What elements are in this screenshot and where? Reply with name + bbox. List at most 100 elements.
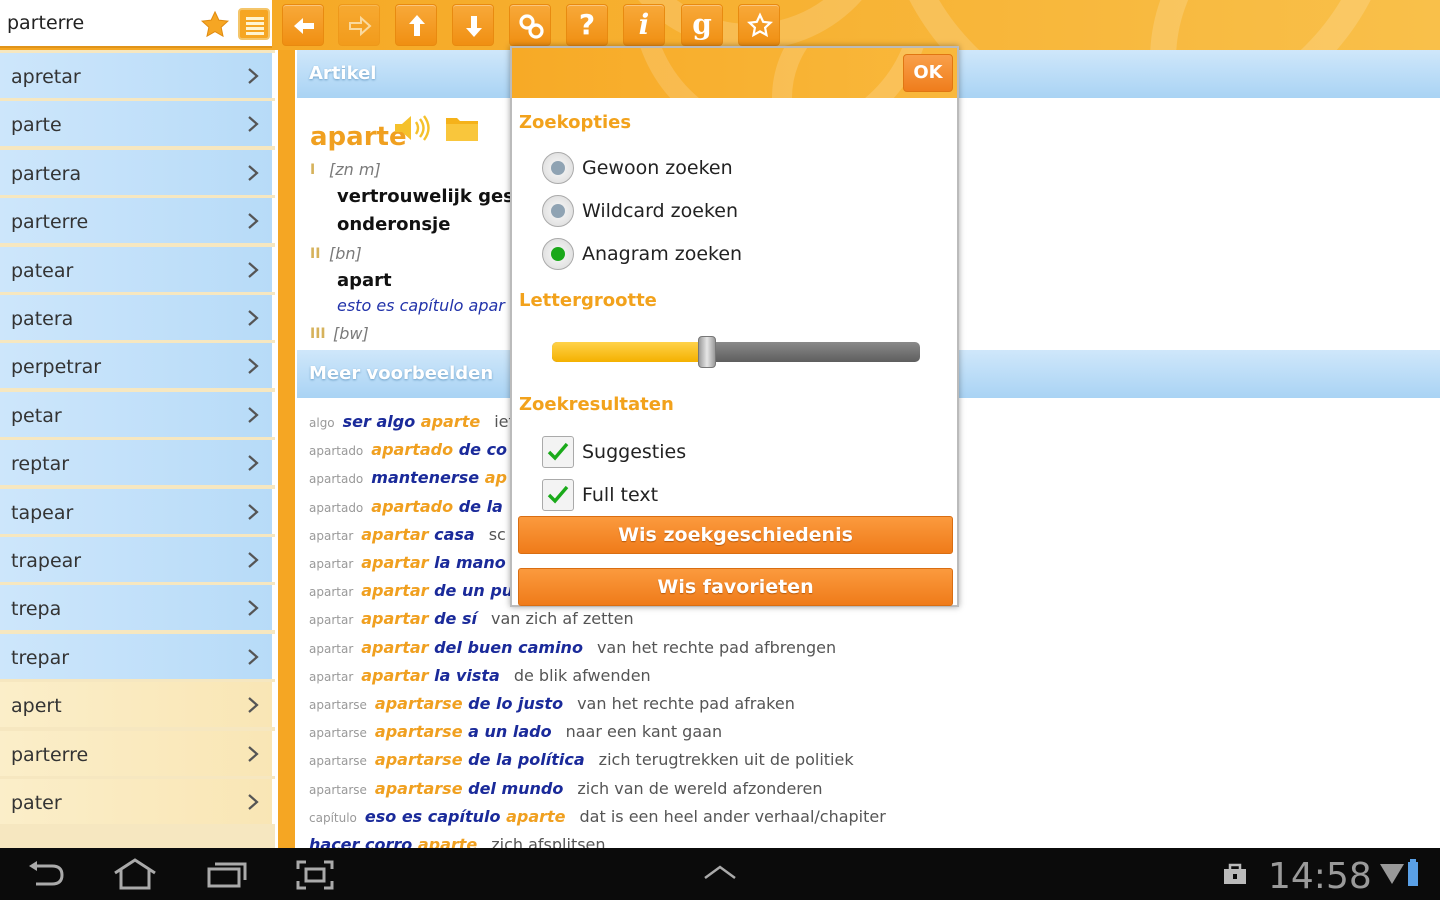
grammar-button[interactable]: g [681,4,723,46]
chevron-right-icon [248,261,259,278]
checkbox[interactable] [542,479,574,511]
list-item[interactable]: partera [0,149,275,195]
star-icon [747,12,773,38]
down-button[interactable] [452,4,494,46]
list-item-label: trapear [11,550,82,572]
example-row[interactable]: hacer corro aparte zich afsplitsen [309,835,606,848]
help-button[interactable]: ? [566,4,608,46]
entry-number: III [310,326,326,342]
folder-icon[interactable] [445,114,479,142]
list-item-label: perpetrar [11,356,102,379]
clear-history-button[interactable]: Wis zoekgeschiedenis [518,516,953,554]
example-phrase: del buen camino [434,637,583,657]
example-translation: van zich af zetten [490,609,634,629]
list-item[interactable]: parterre [0,198,275,244]
forward-button[interactable] [338,4,380,46]
clock: 14:58 [1268,856,1372,897]
list-item[interactable]: reptar [0,440,275,486]
example-row[interactable]: apartar apartar de sí van zich af zetten [309,609,634,635]
speaker-icon[interactable] [392,113,430,143]
back-nav-icon[interactable] [26,860,66,888]
example-phrase: eso es capítulo [364,806,507,826]
list-item[interactable]: pater [0,779,275,824]
example-row[interactable]: apartar apartar la vista de blik afwenden [309,666,651,692]
screenshot-icon[interactable] [296,860,334,890]
chevron-right-icon [248,600,259,617]
list-icon[interactable] [238,8,270,40]
list-item[interactable]: parterre [0,730,275,776]
list-item[interactable]: trepa [0,585,275,631]
info-icon: i [638,8,650,41]
radio-button[interactable] [542,238,574,270]
example-phrase: apartarse [374,722,469,742]
example-row[interactable]: apartar apartar de un pu [309,581,513,607]
example-keyword: apartado [309,500,364,515]
list-item[interactable]: trepar [0,633,275,679]
favorites-button[interactable] [738,4,780,46]
example-keyword: apartado [309,444,364,459]
list-item-label: tapear [11,501,74,524]
chevron-up-icon[interactable] [702,864,738,880]
example-row[interactable]: apartar apartar del buen camino van het re… [309,638,836,664]
list-item-label: reptar [11,453,70,476]
example-keyword: apartar [309,528,354,543]
search-options-heading: Zoekopties [519,112,632,133]
slider-thumb[interactable] [697,336,716,368]
part-of-speech: [bn] [329,244,362,263]
list-item[interactable]: apert [0,682,275,728]
notification-icon[interactable] [1222,862,1248,886]
home-icon[interactable] [112,858,158,890]
example-keyword: apartar [309,613,354,628]
list-item[interactable]: tapear [0,488,275,534]
example-sentence: esto es capítulo apar [337,296,505,315]
recent-apps-icon[interactable] [206,860,248,888]
list-item[interactable]: patear [0,246,275,292]
wifi-signal-icon [1380,864,1404,884]
example-row[interactable]: capítulo eso es capítulo aparte dat is een… [309,807,886,833]
checkbox[interactable] [542,436,574,468]
radio-label: Wildcard zoeken [582,200,738,222]
example-row[interactable]: apartado apartado de la [309,497,503,523]
example-phrase: apartarse [374,694,469,713]
up-button[interactable] [395,4,437,46]
radio-button[interactable] [542,195,574,227]
info-button[interactable]: i [623,4,665,46]
question-icon: ? [578,8,596,41]
radio-label: Gewoon zoeken [582,157,733,179]
list-item[interactable]: petar [0,391,275,437]
star-icon[interactable] [200,10,230,40]
font-size-slider[interactable] [552,336,920,368]
list-item[interactable]: apretar [0,53,275,98]
radio-button[interactable] [542,152,574,184]
search-field[interactable]: parterre [0,0,272,48]
example-phrase: casa [434,524,475,544]
example-row[interactable]: apartarse apartarse de lo justo van het re… [309,694,795,720]
list-item[interactable]: parte [0,101,275,147]
example-row[interactable]: apartarse apartarse del mundo zich van de … [309,779,823,805]
example-keyword: capítulo [309,810,357,825]
settings-button[interactable] [509,4,551,46]
example-keyword: algo [309,416,335,430]
list-item-label: patera [11,308,74,330]
example-row[interactable]: algo ser algo aparte iet [309,412,515,438]
example-row[interactable]: apartarse apartarse a un lado naar een kan… [309,722,722,748]
example-phrase: apartar [361,553,435,572]
example-keyword: apartarse [309,698,367,712]
back-button[interactable] [282,4,324,46]
example-row[interactable]: apartarse apartarse de la política zich te… [309,750,854,776]
ok-button[interactable]: OK [903,54,953,92]
example-row[interactable]: apartado mantenerse ap [309,468,507,494]
example-row[interactable]: apartar apartar la mano [309,553,506,579]
example-phrase: apartar [361,637,435,657]
search-input[interactable]: parterre [7,12,84,34]
example-row[interactable]: apartar apartar casa sc [309,525,506,551]
list-item[interactable]: trapear [0,537,275,582]
system-navigation-bar: 14:58 [0,848,1440,900]
example-phrase: apartado [371,440,459,460]
example-translation: van het rechte pad afbrengen [596,637,837,657]
example-row[interactable]: apartado apartado de co [309,440,507,466]
clear-favorites-button[interactable]: Wis favorieten [518,568,953,606]
arrow-right-icon [349,15,372,37]
list-item[interactable]: patera [0,295,275,340]
list-item[interactable]: perpetrar [0,343,275,389]
